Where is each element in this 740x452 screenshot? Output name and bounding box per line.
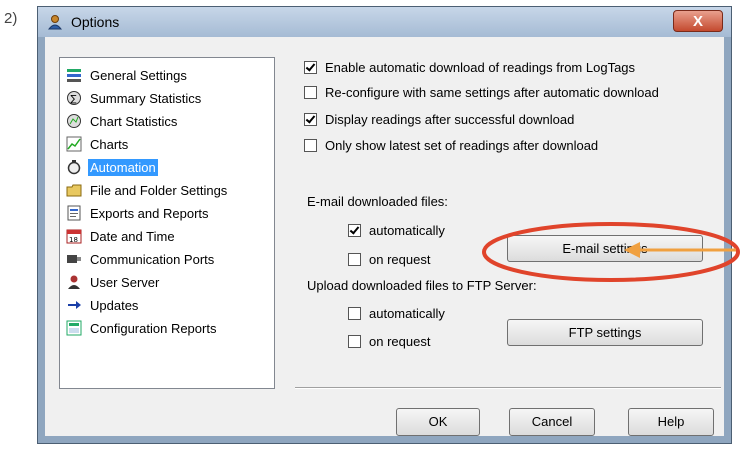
highlight-circle: [482, 222, 740, 282]
annotation-overlay: [482, 222, 740, 282]
pointer-arrow: [624, 242, 736, 258]
